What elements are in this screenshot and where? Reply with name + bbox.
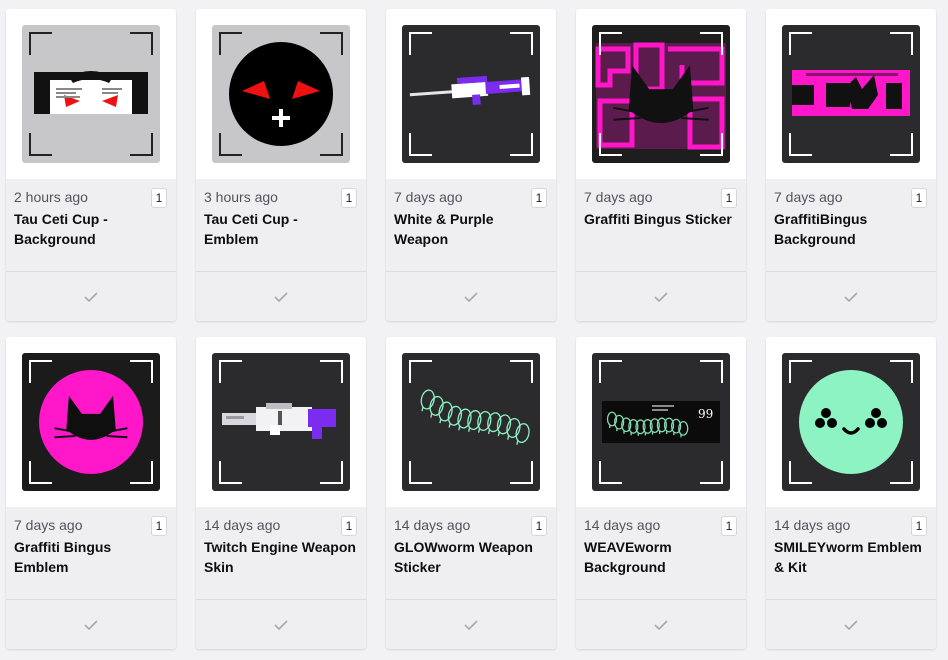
thumbnail-container bbox=[386, 337, 556, 507]
checkmark-icon bbox=[464, 291, 478, 302]
reward-timestamp: 3 hours ago bbox=[204, 189, 278, 205]
reward-card[interactable]: 14 days ago 1 Twitch Engine Weapon Skin bbox=[196, 337, 366, 649]
select-reward-button[interactable] bbox=[576, 272, 746, 321]
reward-card[interactable]: 14 days ago 1 GLOWworm Weapon Sticker bbox=[386, 337, 556, 649]
reward-card[interactable]: 7 days ago 1 White & Purple Weapon bbox=[386, 9, 556, 321]
card-meta: 14 days ago 1 SMILEYworm Emblem & Kit bbox=[766, 507, 936, 600]
reward-timestamp: 2 hours ago bbox=[14, 189, 88, 205]
reward-timestamp: 7 days ago bbox=[394, 189, 463, 205]
reward-thumbnail[interactable] bbox=[402, 353, 540, 491]
thumbnail-container bbox=[576, 9, 746, 179]
reward-title: WEAVEworm Background bbox=[584, 539, 672, 575]
reward-count-badge: 1 bbox=[721, 516, 737, 536]
reward-timestamp: 7 days ago bbox=[774, 189, 843, 205]
thumbnail-container bbox=[196, 337, 366, 507]
reward-card[interactable]: 7 days ago 1 GraffitiBingus Background bbox=[766, 9, 936, 321]
reward-thumbnail[interactable] bbox=[212, 353, 350, 491]
thumbnail-container bbox=[766, 337, 936, 507]
reward-title: GraffitiBingus Background bbox=[774, 211, 868, 247]
select-reward-button[interactable] bbox=[386, 272, 556, 321]
checkmark-icon bbox=[84, 619, 98, 630]
reward-thumbnail[interactable] bbox=[402, 25, 540, 163]
reward-thumbnail[interactable] bbox=[22, 353, 160, 491]
reward-count-badge: 1 bbox=[341, 516, 357, 536]
thumbnail-container bbox=[766, 9, 936, 179]
reward-count-badge: 1 bbox=[341, 188, 357, 208]
weaveworm-number: 99 bbox=[698, 407, 713, 421]
reward-count-badge: 1 bbox=[911, 188, 927, 208]
reward-thumbnail[interactable] bbox=[782, 353, 920, 491]
reward-card[interactable]: 2 hours ago 1 Tau Ceti Cup - Background bbox=[6, 9, 176, 321]
reward-title: Graffiti Bingus Emblem bbox=[14, 539, 112, 575]
reward-count-badge: 1 bbox=[531, 516, 547, 536]
reward-count-badge: 1 bbox=[151, 188, 167, 208]
reward-card[interactable]: 99 14 days ago 1 WEAVEworm Background bbox=[576, 337, 746, 649]
card-meta: 7 days ago 1 Graffiti Bingus Sticker bbox=[576, 179, 746, 272]
reward-count-badge: 1 bbox=[151, 516, 167, 536]
card-meta: 7 days ago 1 GraffitiBingus Background bbox=[766, 179, 936, 272]
reward-thumbnail[interactable] bbox=[592, 25, 730, 163]
reward-timestamp: 7 days ago bbox=[584, 189, 653, 205]
reward-timestamp: 14 days ago bbox=[584, 517, 661, 533]
select-reward-button[interactable] bbox=[576, 600, 746, 649]
reward-card[interactable]: 14 days ago 1 SMILEYworm Emblem & Kit bbox=[766, 337, 936, 649]
thumbnail-container bbox=[386, 9, 556, 179]
select-reward-button[interactable] bbox=[6, 600, 176, 649]
checkmark-icon bbox=[274, 619, 288, 630]
card-meta: 7 days ago 1 White & Purple Weapon bbox=[386, 179, 556, 272]
reward-card[interactable]: 3 hours ago 1 Tau Ceti Cup - Emblem bbox=[196, 9, 366, 321]
thumbnail-container bbox=[6, 337, 176, 507]
reward-thumbnail[interactable]: 99 bbox=[592, 353, 730, 491]
card-meta: 2 hours ago 1 Tau Ceti Cup - Background bbox=[6, 179, 176, 272]
reward-title: Twitch Engine Weapon Skin bbox=[204, 539, 356, 575]
card-meta: 7 days ago 1 Graffiti Bingus Emblem bbox=[6, 507, 176, 600]
thumbnail-container: 99 bbox=[576, 337, 746, 507]
reward-title: GLOWworm Weapon Sticker bbox=[394, 539, 533, 575]
reward-timestamp: 7 days ago bbox=[14, 517, 83, 533]
checkmark-icon bbox=[274, 291, 288, 302]
reward-thumbnail[interactable] bbox=[782, 25, 920, 163]
select-reward-button[interactable] bbox=[196, 272, 366, 321]
checkmark-icon bbox=[844, 619, 858, 630]
card-meta: 3 hours ago 1 Tau Ceti Cup - Emblem bbox=[196, 179, 366, 272]
reward-title: Graffiti Bingus Sticker bbox=[584, 211, 732, 227]
thumbnail-container bbox=[6, 9, 176, 179]
checkmark-icon bbox=[654, 619, 668, 630]
reward-timestamp: 14 days ago bbox=[774, 517, 851, 533]
reward-title: Tau Ceti Cup - Emblem bbox=[204, 211, 298, 247]
reward-title: White & Purple Weapon bbox=[394, 211, 494, 247]
checkmark-icon bbox=[84, 291, 98, 302]
reward-count-badge: 1 bbox=[531, 188, 547, 208]
select-reward-button[interactable] bbox=[196, 600, 366, 649]
reward-card[interactable]: 7 days ago 1 Graffiti Bingus Sticker bbox=[576, 9, 746, 321]
select-reward-button[interactable] bbox=[766, 272, 936, 321]
select-reward-button[interactable] bbox=[6, 272, 176, 321]
card-meta: 14 days ago 1 WEAVEworm Background bbox=[576, 507, 746, 600]
reward-card[interactable]: 7 days ago 1 Graffiti Bingus Emblem bbox=[6, 337, 176, 649]
reward-title: SMILEYworm Emblem & Kit bbox=[774, 539, 922, 575]
reward-timestamp: 14 days ago bbox=[394, 517, 471, 533]
reward-title: Tau Ceti Cup - Background bbox=[14, 211, 108, 247]
reward-thumbnail[interactable] bbox=[22, 25, 160, 163]
checkmark-icon bbox=[844, 291, 858, 302]
checkmark-icon bbox=[464, 619, 478, 630]
reward-thumbnail[interactable] bbox=[212, 25, 350, 163]
checkmark-icon bbox=[654, 291, 668, 302]
reward-timestamp: 14 days ago bbox=[204, 517, 281, 533]
reward-count-badge: 1 bbox=[721, 188, 737, 208]
select-reward-button[interactable] bbox=[766, 600, 936, 649]
reward-count-badge: 1 bbox=[911, 516, 927, 536]
select-reward-button[interactable] bbox=[386, 600, 556, 649]
card-meta: 14 days ago 1 GLOWworm Weapon Sticker bbox=[386, 507, 556, 600]
thumbnail-container bbox=[196, 9, 366, 179]
card-meta: 14 days ago 1 Twitch Engine Weapon Skin bbox=[196, 507, 366, 600]
